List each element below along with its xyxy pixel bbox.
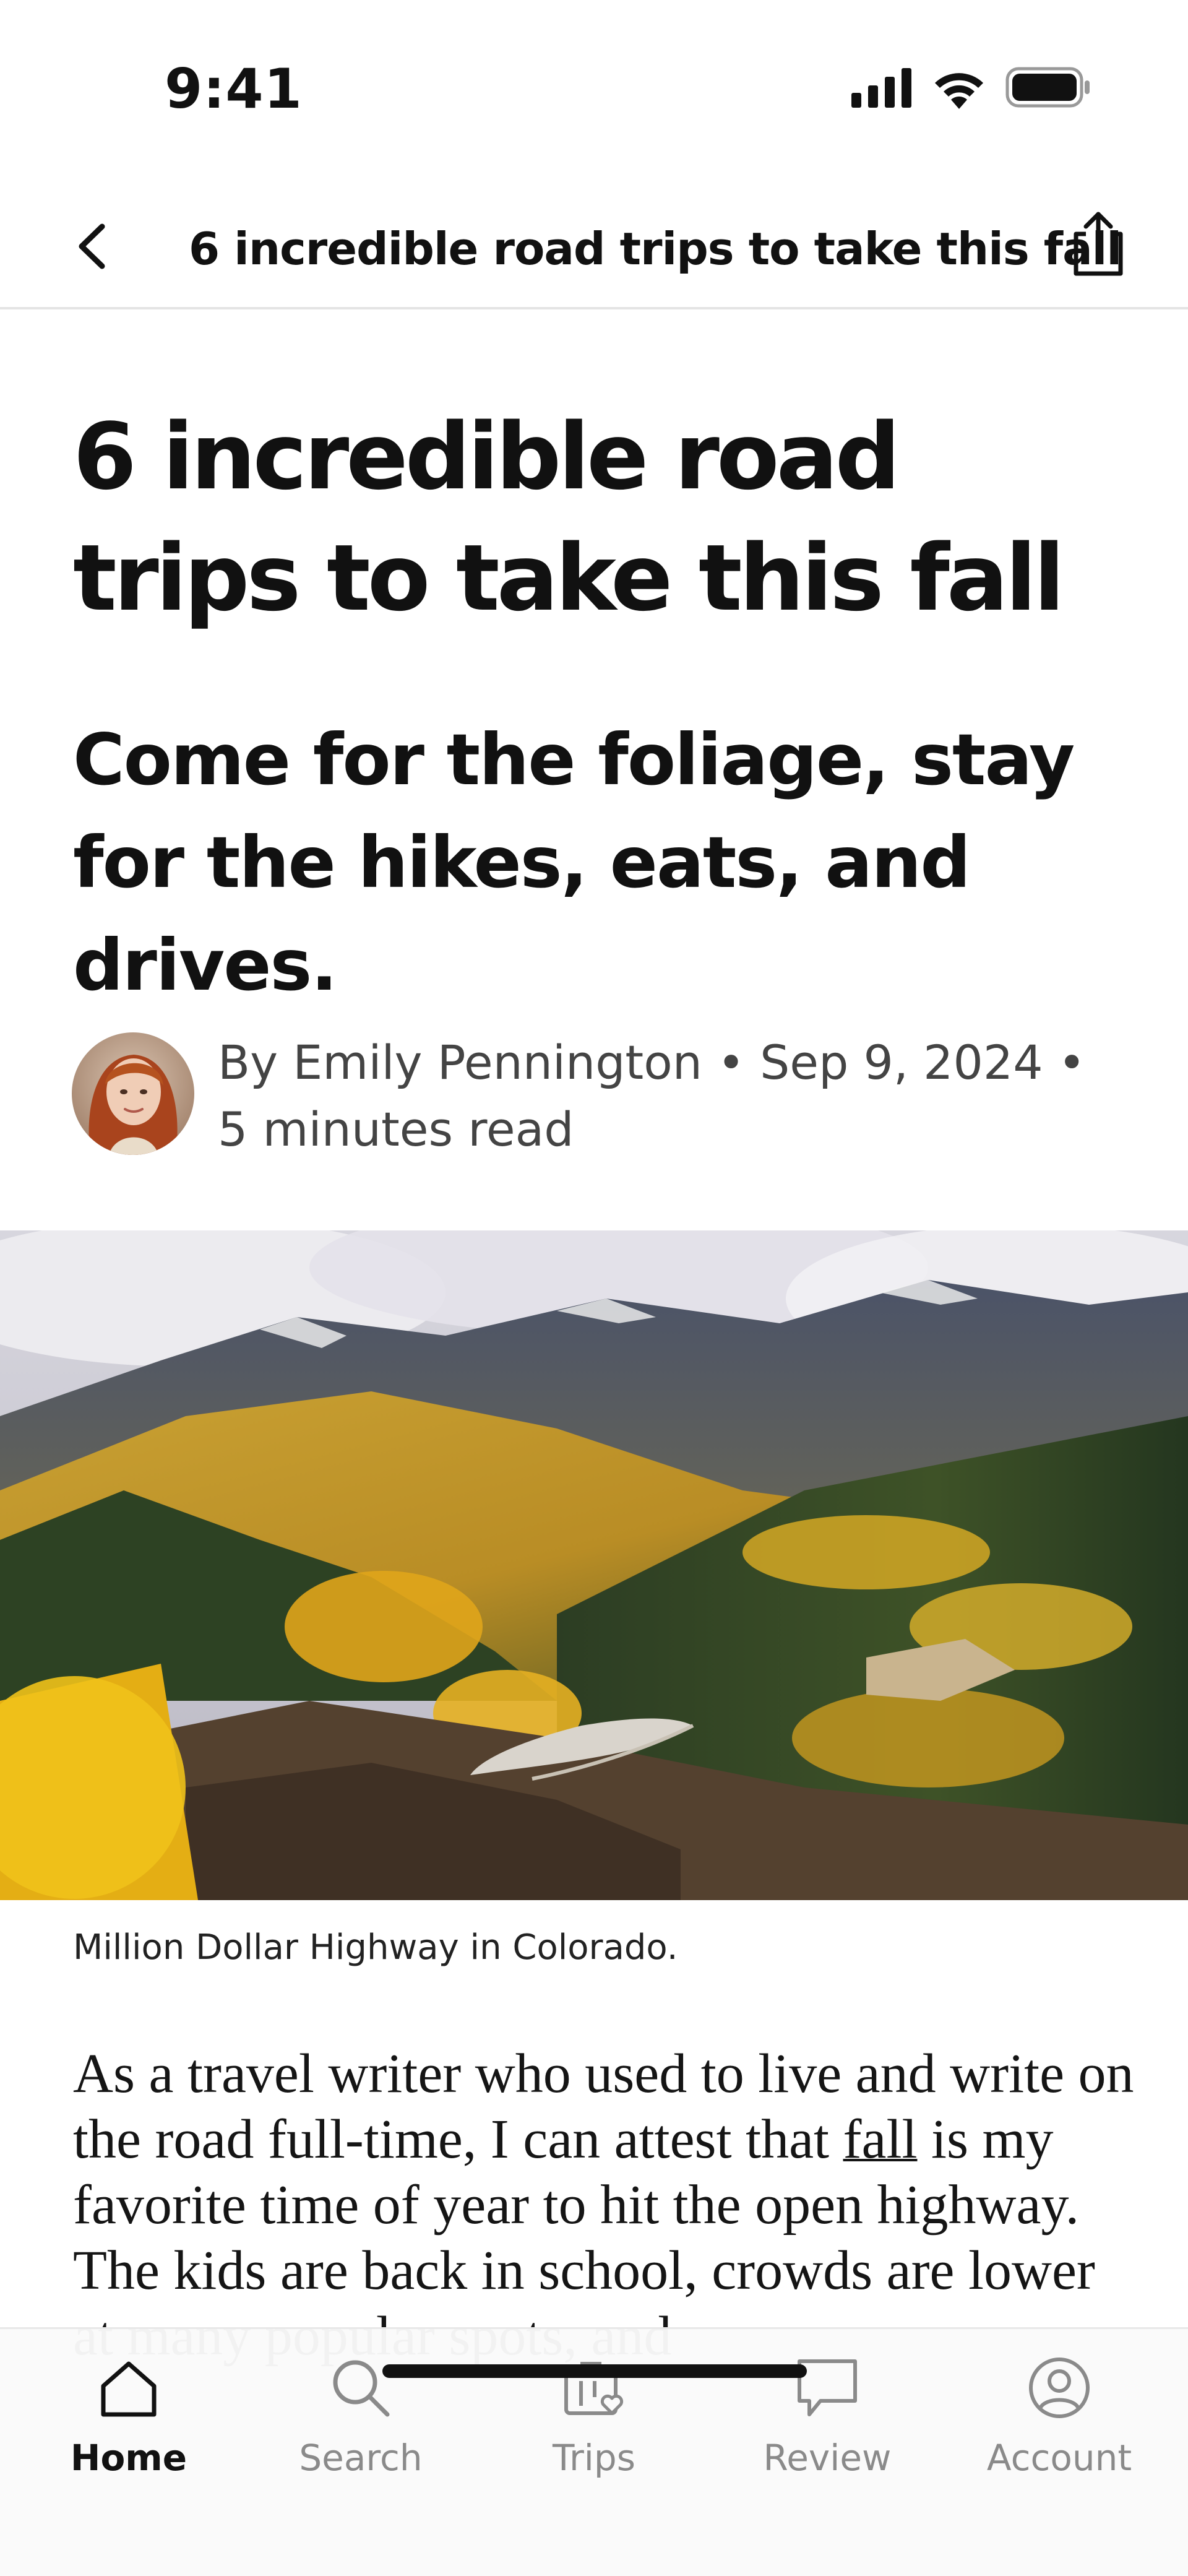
home-icon [101, 2361, 157, 2417]
tab-label-home: Home [70, 2437, 187, 2479]
speech-bubble-icon [798, 2359, 857, 2416]
tab-label-search: Search [299, 2437, 423, 2479]
tab-account[interactable]: Account [954, 2354, 1164, 2502]
battery-icon [1005, 67, 1090, 108]
wifi-icon [935, 73, 983, 109]
home-indicator[interactable] [382, 2364, 807, 2378]
article-body: As a travel writer who used to live and … [73, 2041, 1137, 2369]
cellular-signal-icon [851, 68, 911, 108]
status-time: 9:41 [165, 57, 303, 121]
search-icon [333, 2360, 390, 2417]
image-caption: Million Dollar Highway in Colorado. [73, 1927, 678, 1968]
tab-home[interactable]: Home [24, 2354, 234, 2502]
article-title: 6 incredible road trips to take this fal… [73, 404, 1065, 631]
nav-title: 6 incredible road trips to take this fal… [189, 223, 1122, 275]
tab-label-review: Review [763, 2437, 892, 2479]
byline-separator: • [1043, 1035, 1086, 1090]
tab-label-account: Account [986, 2437, 1132, 2479]
status-bar: 9:41 [0, 0, 1188, 173]
author-avatar[interactable] [72, 1032, 194, 1155]
byline-separator: • [702, 1035, 760, 1090]
byline-read-time: 5 minutes read [218, 1102, 574, 1157]
fall-link[interactable]: fall [843, 2109, 918, 2170]
hero-image[interactable] [0, 1230, 1188, 1900]
share-icon[interactable] [1067, 209, 1129, 277]
tab-label-trips: Trips [553, 2437, 635, 2479]
nav-header: 6 incredible road trips to take this fal… [0, 186, 1188, 309]
back-chevron-icon[interactable] [68, 215, 118, 277]
byline-date: Sep 9, 2024 [760, 1035, 1043, 1090]
article-subtitle: Come for the foliage, stay for the hikes… [73, 719, 1075, 1006]
account-icon [1029, 2358, 1090, 2418]
byline: By Emily Pennington • Sep 9, 2024 • 5 mi… [218, 1029, 1109, 1163]
byline-author[interactable]: By Emily Pennington [218, 1035, 702, 1090]
